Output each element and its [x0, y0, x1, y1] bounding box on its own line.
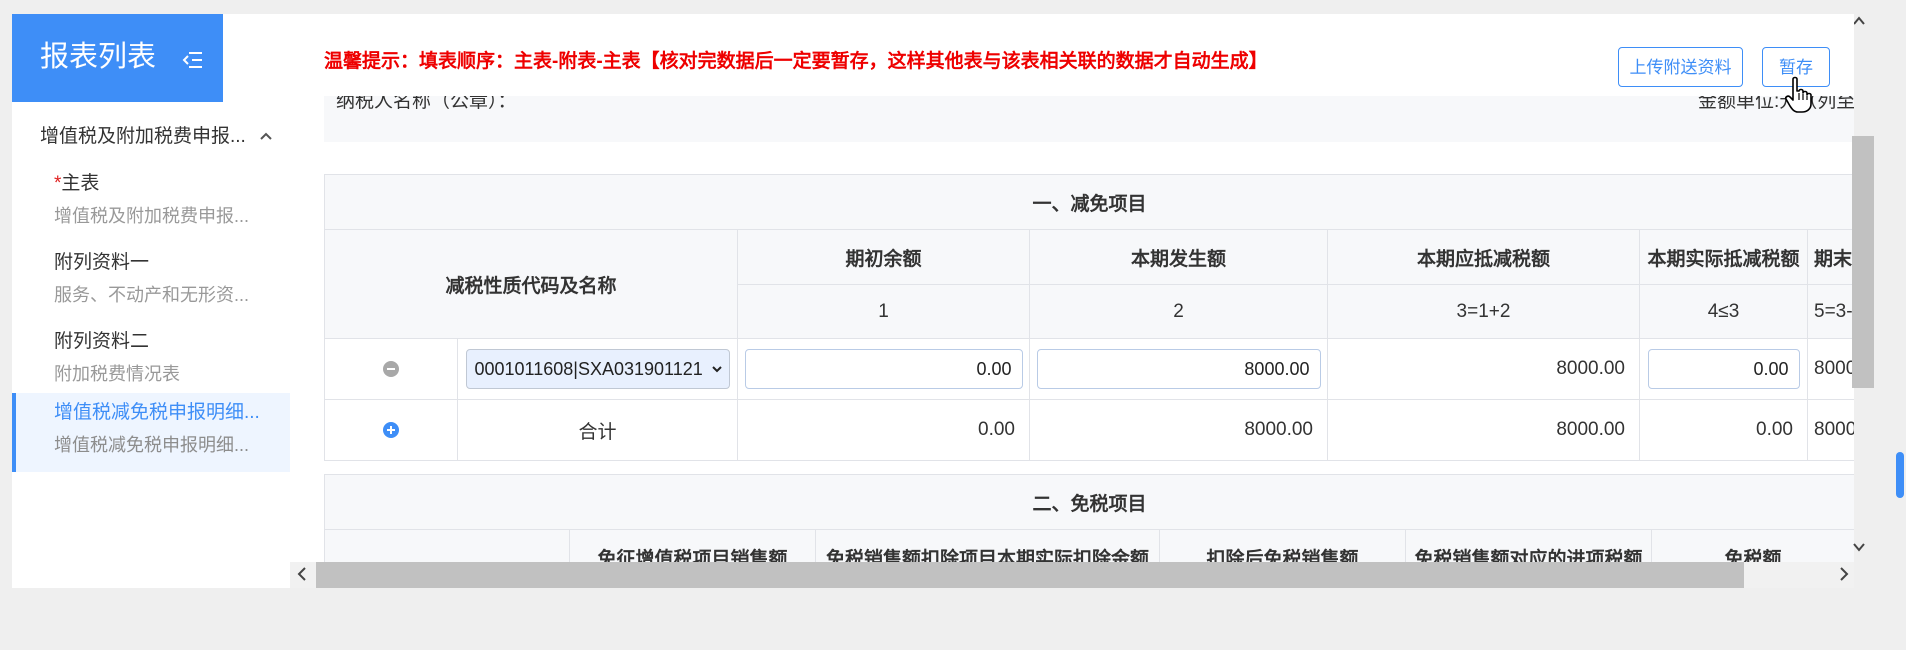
actual-cell: 0.00 [1639, 338, 1808, 400]
scroll-right-icon[interactable] [1836, 565, 1852, 583]
page-scrollbar-thumb[interactable] [1896, 452, 1904, 498]
upload-attachments-button[interactable]: 上传附送资料 [1618, 47, 1743, 87]
total-deductible: 8000.00 [1327, 399, 1640, 461]
column-index: 2 [1029, 284, 1328, 339]
column-header: 本期应抵减税额 [1327, 229, 1640, 285]
column-header: 免征增值税项目销售额 [569, 529, 816, 562]
minus-circle-icon[interactable] [383, 360, 399, 377]
sidebar-item-schedule-2[interactable]: 附列资料二 附加税费情况表 [12, 322, 290, 401]
sidebar: 报表列表 增值税及附加税费申报... *主表 增值税及附加税费申报... 附列资… [12, 14, 290, 588]
current-amount-input[interactable]: 8000.00 [1036, 349, 1321, 389]
plus-circle-icon[interactable] [383, 421, 399, 438]
total-current: 8000.00 [1029, 399, 1328, 461]
current-cell: 8000.00 [1029, 338, 1328, 400]
scroll-left-icon[interactable] [294, 565, 310, 583]
row-action-cell [324, 399, 458, 461]
chevron-up-icon [260, 132, 272, 140]
exempt-table: 二、免税项目 免征增值税项目销售额 免税销售额扣除项目本期实际扣除金额 扣除后免… [323, 474, 1854, 562]
column-header: 免税额 [1650, 529, 1854, 562]
section-title-exempt: 二、免税项目 [323, 474, 1854, 530]
code-cell: 0001011608|SXA031901121 [457, 338, 738, 400]
table-row-total: 合计 0.00 8000.00 8000.00 0.00 8000.00 [324, 399, 1854, 461]
sidebar-item-title: 附列资料二 [54, 331, 150, 352]
sidebar-item-title: 主表 [61, 173, 100, 194]
scroll-down-icon[interactable] [1852, 540, 1866, 554]
code-column-header: 减税性质代码及名称 [324, 229, 738, 339]
ending-value: 8000.00 [1806, 338, 1854, 400]
sidebar-item-subtitle: 附加税费情况表 [54, 364, 180, 384]
notice-text: 温馨提示：填表顺序：主表-附表-主表【核对完数据后一定要暂存，这样其他表与该表相… [324, 51, 1268, 72]
column-header: 免税销售额扣除项目本期实际扣除金额 [815, 529, 1160, 562]
sidebar-item-title: 增值税减免税申报明细... [54, 402, 260, 423]
column-header: 期末余额 [1806, 229, 1854, 285]
notice-bar: 温馨提示：填表顺序：主表-附表-主表【核对完数据后一定要暂存，这样其他表与该表相… [290, 14, 1854, 113]
column-index: 3=1+2 [1327, 284, 1640, 339]
column-header: 免税销售额对应的进项税额 [1405, 529, 1652, 562]
column-index: 4≤3 [1639, 284, 1808, 339]
opening-balance-input[interactable]: 0.00 [744, 349, 1023, 389]
sidebar-item-subtitle: 服务、不动产和无形资... [54, 285, 250, 305]
column-header: 期初余额 [737, 229, 1030, 285]
total-label: 合计 [457, 399, 738, 461]
sidebar-header: 报表列表 [12, 14, 223, 102]
total-actual: 0.00 [1639, 399, 1808, 461]
row-action-cell [324, 338, 458, 400]
exempt-empty-header [324, 529, 570, 562]
total-ending: 8000.00 [1806, 399, 1854, 461]
reduction-code-select[interactable]: 0001011608|SXA031901121 [465, 349, 730, 389]
sidebar-item-main[interactable]: *主表 增值税及附加税费申报... [12, 164, 290, 243]
chevron-down-icon [711, 366, 722, 373]
reduction-table: 一、减免项目 减税性质代码及名称 期初余额 本期发生额 本期应抵减税额 本期实际… [323, 174, 1854, 461]
sidebar-group-vat[interactable]: 增值税及附加税费申报... [40, 122, 272, 152]
column-index: 1 [737, 284, 1030, 339]
actual-deduction-input[interactable]: 0.00 [1647, 349, 1800, 389]
app-window: 报表列表 增值税及附加税费申报... *主表 增值税及附加税费申报... 附列资… [12, 14, 1854, 588]
vertical-scrollbar-thumb[interactable] [1852, 136, 1874, 388]
sidebar-item-reduction-detail[interactable]: 增值税减免税申报明细... 增值税减免税申报明细... [12, 393, 290, 472]
column-header: 本期发生额 [1029, 229, 1328, 285]
horizontal-scrollbar-thumb[interactable] [316, 562, 1744, 588]
scroll-up-icon[interactable] [1852, 14, 1866, 28]
sidebar-group-label: 增值税及附加税费申报... [40, 126, 246, 147]
opening-cell: 0.00 [737, 338, 1030, 400]
column-header: 本期实际抵减税额 [1639, 229, 1808, 285]
sidebar-title: 报表列表 [40, 41, 157, 73]
column-header: 扣除后免税销售额 [1159, 529, 1406, 562]
sidebar-item-subtitle: 增值税减免税申报明细... [54, 435, 250, 455]
column-index: 5=3-4 [1806, 284, 1854, 339]
sidebar-item-subtitle: 增值税及附加税费申报... [54, 206, 250, 226]
hand-pointer-icon [1785, 76, 1812, 113]
sidebar-item-title: 附列资料一 [54, 252, 150, 273]
menu-collapse-icon[interactable] [182, 50, 204, 70]
reduction-code-value: 0001011608|SXA031901121 [474, 359, 703, 379]
sidebar-item-schedule-1[interactable]: 附列资料一 服务、不动产和无形资... [12, 243, 290, 322]
total-opening: 0.00 [737, 399, 1030, 461]
form-content: 纳税人名称（公章）： 金额单位:元（列至角分） 一、减免项目 减税性质代码及名称… [290, 14, 1854, 562]
section-title-reduction: 一、减免项目 [323, 174, 1854, 230]
deductible-value: 8000.00 [1327, 338, 1640, 400]
sidebar-item-label: *主表 [54, 170, 99, 198]
table-row: 0001011608|SXA031901121 0.00 8000.00 800… [324, 338, 1854, 400]
main-panel: 纳税人名称（公章）： 金额单位:元（列至角分） 一、减免项目 减税性质代码及名称… [290, 14, 1854, 588]
